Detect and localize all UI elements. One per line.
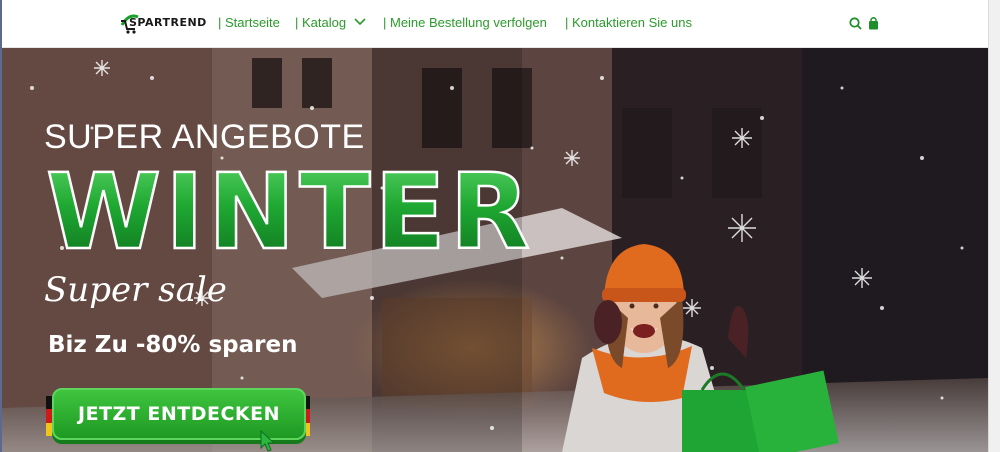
brand-logo[interactable]: SPARTREND [119,11,209,35]
window-frame-left [0,0,2,452]
hero-title-text: WINTER [46,160,534,260]
hero-subtitle: SUPER ANGEBOTE [44,118,365,156]
pointer-cursor-icon [260,430,276,452]
nav-item-startseite[interactable]: | Startseite [218,15,280,30]
hero-discount-text: Biz Zu -80% sparen [48,332,298,358]
hero-title: WINTER [46,160,534,260]
woman-with-shopping-bags-image [562,244,839,452]
vertical-scrollbar[interactable] [988,0,1000,452]
hero-banner: SUPER ANGEBOTE WINTER Super sale Biz Zu … [2,48,988,452]
search-icon[interactable] [849,17,862,30]
logo-text: SPARTREND [129,16,207,29]
shopping-bag-icon[interactable] [868,16,879,30]
cta-label: JETZT ENTDECKEN [78,403,280,425]
site-header: SPARTREND | Startseite | Katalog | Meine… [2,0,988,48]
nav-item-kontakt[interactable]: | Kontaktieren Sie uns [565,15,692,30]
nav-item-katalog[interactable]: | Katalog [295,15,346,30]
hero-script-text: Super sale [44,270,227,310]
nav-item-bestellung-verfolgen[interactable]: | Meine Bestellung verfolgen [383,15,547,30]
chevron-down-icon[interactable] [354,18,366,26]
